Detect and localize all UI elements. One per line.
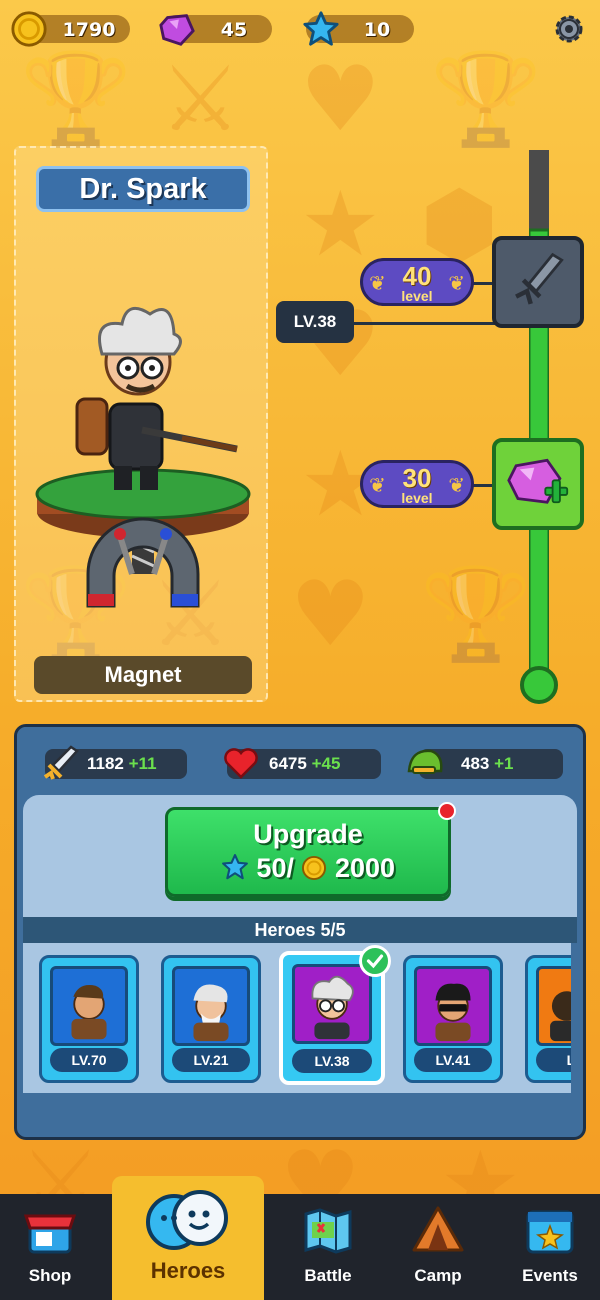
level-milestone-30: ❦ 30 level ❦ bbox=[360, 460, 474, 508]
laurel-left-icon: ❦ bbox=[369, 473, 386, 497]
hero-avatar-icon bbox=[435, 983, 471, 1042]
coin-counter[interactable]: 1790 bbox=[11, 11, 130, 47]
sword-icon bbox=[43, 745, 79, 780]
hero-slot[interactable]: LV.41 bbox=[403, 955, 503, 1083]
laurel-right-icon: ❦ bbox=[448, 271, 465, 295]
coin-amount: 1790 bbox=[62, 19, 116, 41]
reward-node-30[interactable] bbox=[492, 438, 584, 530]
nav-events-label: Events bbox=[522, 1266, 578, 1285]
gem-amount: 45 bbox=[220, 19, 248, 41]
laurel-left-icon: ❦ bbox=[369, 271, 386, 295]
sword-icon bbox=[515, 252, 564, 305]
hero-slot[interactable]: LV.21 bbox=[161, 955, 261, 1083]
armor-bonus: +1 bbox=[494, 754, 514, 773]
hero-name: Dr. Spark bbox=[36, 166, 250, 212]
coin-icon bbox=[302, 855, 327, 881]
hero-portrait bbox=[536, 966, 571, 1046]
star-icon bbox=[221, 854, 248, 880]
star-cost: 50/ bbox=[256, 853, 294, 883]
hero-level: LV.21 bbox=[172, 1048, 250, 1072]
nav-shop-label: Shop bbox=[28, 1266, 72, 1285]
currency-bar: 1790 45 10 bbox=[11, 10, 586, 48]
weapon-name: Magnet bbox=[34, 656, 252, 694]
camp-tent-icon bbox=[412, 1206, 464, 1252]
gem-icon bbox=[159, 14, 195, 46]
hero-slot[interactable]: LV bbox=[525, 955, 571, 1083]
nav-camp[interactable]: Camp bbox=[388, 1194, 488, 1300]
heroes-icon bbox=[146, 1190, 228, 1250]
heroes-list[interactable]: LV.70 LV.21 LV.38 LV.41 bbox=[23, 943, 571, 1093]
nav-events[interactable]: Events bbox=[500, 1194, 600, 1300]
upgrade-area: Upgrade 50/ 2000 bbox=[23, 795, 577, 919]
armor-value: 483 bbox=[461, 754, 490, 773]
nav-heroes[interactable]: Heroes bbox=[112, 1176, 264, 1300]
hero-character-illustration bbox=[35, 306, 251, 608]
nav-battle-label: Battle bbox=[304, 1266, 352, 1285]
reward-node-40[interactable] bbox=[492, 236, 584, 328]
hero-slot-selected[interactable]: LV.38 bbox=[279, 945, 391, 1085]
hero-card: Dr. Spark Magnet bbox=[14, 146, 268, 702]
star-icon bbox=[303, 11, 339, 46]
heart-icon bbox=[224, 748, 258, 779]
hero-portrait bbox=[172, 966, 250, 1046]
hero-upgrade-panel: 1182 +11 6475 +45 483 +1 Upgrade 50/ 200… bbox=[14, 724, 586, 1140]
gem-plus-icon bbox=[507, 458, 569, 504]
hero-level: LV.70 bbox=[50, 1048, 128, 1072]
hero-avatar-icon bbox=[550, 991, 571, 1042]
upgrade-cost: 50/ 2000 bbox=[168, 850, 448, 886]
attack-value: 1182 bbox=[87, 754, 124, 773]
current-level-connector bbox=[350, 322, 496, 325]
level-milestone-40: ❦ 40 level ❦ bbox=[360, 258, 474, 306]
stats-row: 1182 +11 6475 +45 483 +1 bbox=[17, 727, 583, 801]
laurel-right-icon: ❦ bbox=[448, 473, 465, 497]
level-progress-track bbox=[529, 150, 549, 690]
hero-avatar-icon bbox=[71, 984, 107, 1040]
notification-dot bbox=[438, 802, 456, 820]
helmet-icon bbox=[407, 749, 443, 774]
star-counter[interactable]: 10 bbox=[303, 11, 414, 46]
gem-counter[interactable]: 45 bbox=[159, 14, 272, 46]
upgrade-button[interactable]: Upgrade 50/ 2000 bbox=[165, 802, 456, 897]
star-amount: 10 bbox=[363, 19, 391, 41]
nav-shop[interactable]: Shop bbox=[0, 1194, 100, 1300]
heroes-header: Heroes 5/5 bbox=[23, 917, 577, 943]
coin-cost: 2000 bbox=[335, 853, 396, 883]
upgrade-label: Upgrade bbox=[253, 819, 363, 849]
health-stat: 6475 +45 bbox=[224, 748, 381, 779]
hero-level: LV bbox=[536, 1048, 571, 1072]
nav-heroes-label: Heroes bbox=[150, 1258, 226, 1283]
hero-portrait bbox=[50, 966, 128, 1046]
bottom-nav: Shop Heroes Battle Camp Events bbox=[0, 1176, 600, 1300]
nav-camp-label: Camp bbox=[414, 1266, 462, 1285]
nav-battle[interactable]: Battle bbox=[278, 1194, 378, 1300]
coin-icon bbox=[11, 11, 47, 47]
health-bonus: +45 bbox=[311, 754, 341, 773]
gear-icon[interactable] bbox=[552, 12, 586, 46]
attack-bonus: +11 bbox=[128, 754, 157, 773]
hero-portrait bbox=[292, 964, 372, 1044]
battle-map-icon bbox=[304, 1208, 352, 1254]
hero-avatar-icon bbox=[311, 975, 354, 1040]
track-end-node bbox=[520, 666, 558, 704]
current-level-badge: LV.38 bbox=[276, 301, 354, 343]
checkmark-icon bbox=[359, 945, 391, 977]
events-calendar-icon bbox=[526, 1210, 574, 1254]
hero-portrait bbox=[414, 966, 492, 1046]
hero-level: LV.41 bbox=[414, 1048, 492, 1072]
shop-icon bbox=[23, 1214, 77, 1254]
armor-stat: 483 +1 bbox=[407, 749, 563, 779]
hero-avatar-icon bbox=[193, 984, 229, 1042]
attack-stat: 1182 +11 bbox=[43, 745, 187, 780]
health-value: 6475 bbox=[269, 754, 307, 773]
hero-slot[interactable]: LV.70 bbox=[39, 955, 139, 1083]
hero-level: LV.38 bbox=[292, 1049, 372, 1073]
